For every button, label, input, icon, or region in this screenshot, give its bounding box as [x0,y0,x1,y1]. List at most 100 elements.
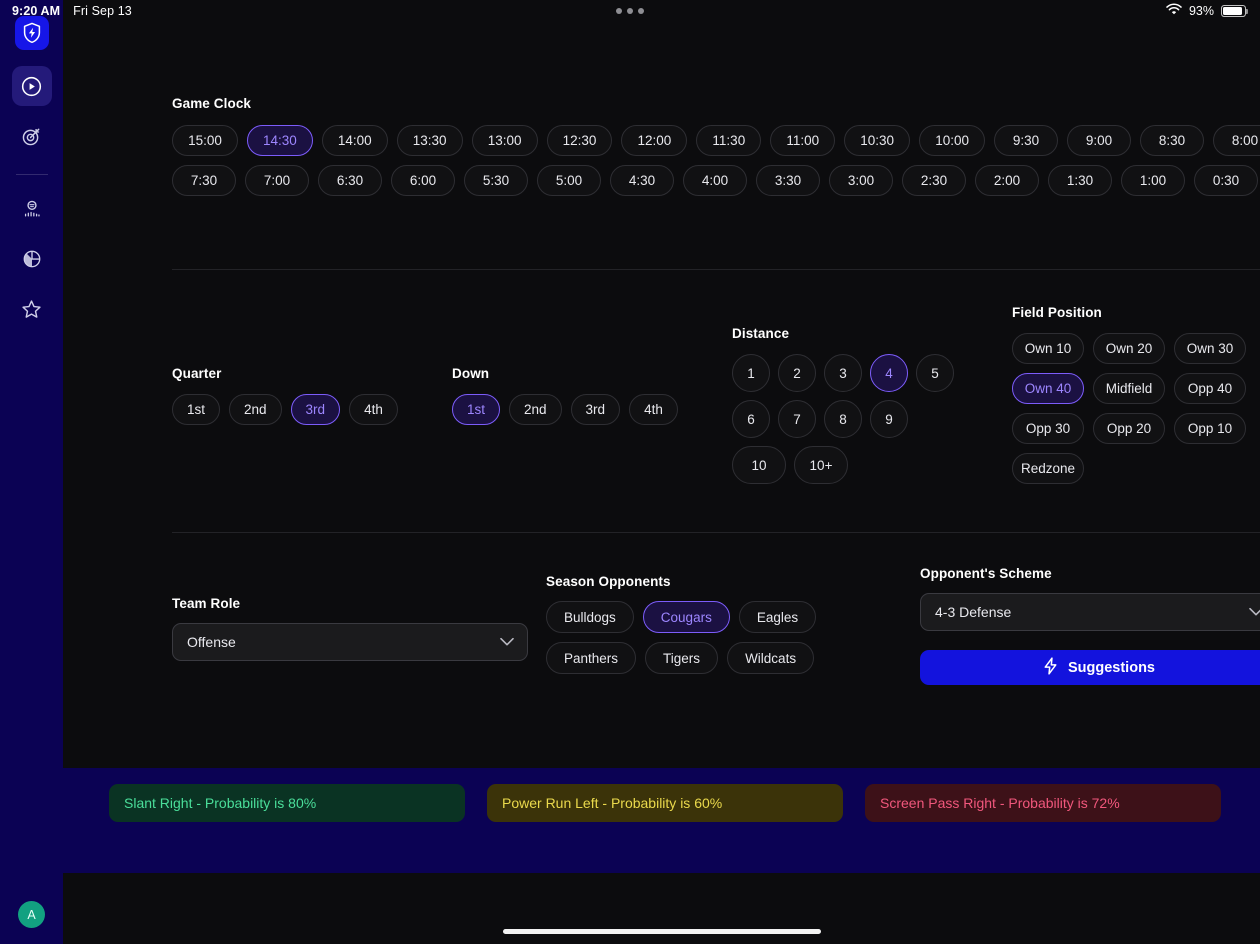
opponent-chip-eagles[interactable]: Eagles [738,601,817,633]
game-clock-chip-13-30[interactable]: 13:30 [396,125,463,156]
game-clock-chip-10-00[interactable]: 10:00 [919,125,986,156]
app-root: 9:20 AM Fri Sep 13 93% A Game Clock 15:0… [0,0,1260,944]
game-clock-chip-9-30[interactable]: 9:30 [994,125,1059,156]
suggestions-button[interactable]: Suggestions [920,650,1260,685]
sidebar-item-analytics[interactable] [12,239,52,279]
season-opponents-section: Season Opponents Bulldogs Cougars Eagles Pa… [546,574,896,674]
chevron-down-icon [1249,607,1260,617]
game-clock-chip-3-00[interactable]: 3:00 [829,165,893,196]
distance-label: Distance [732,326,790,341]
game-clock-chip-0-30[interactable]: 0:30 [1194,165,1258,196]
shield-bolt-logo-icon[interactable] [14,16,49,50]
opponent-chip-cougars[interactable]: Cougars [642,601,730,633]
field-position-chip-own-20[interactable]: Own 20 [1093,333,1165,364]
down-chip-4th[interactable]: 4th [629,394,678,425]
game-clock-chip-7-30[interactable]: 7:30 [172,165,236,196]
distance-chip-4[interactable]: 4 [870,354,908,392]
field-position-chip-opp-30[interactable]: Opp 30 [1012,413,1084,444]
game-clock-chip-2-30[interactable]: 2:30 [902,165,966,196]
sidebar-item-target[interactable] [12,116,52,156]
quarter-chip-4th[interactable]: 4th [349,394,398,425]
game-clock-chip-6-30[interactable]: 6:30 [318,165,382,196]
quarter-chip-2nd[interactable]: 2nd [229,394,282,425]
results-band: Slant Right - Probability is 80% Power Ru… [63,768,1260,873]
quarter-chip-1st[interactable]: 1st [172,394,221,425]
game-clock-chip-8-30[interactable]: 8:30 [1140,125,1205,156]
game-clock-chip-11-00[interactable]: 11:00 [770,125,836,156]
opponent-scheme-section: Opponent's Scheme 4-3 Defense Suggestion… [920,566,1260,685]
distance-chip-6[interactable]: 6 [732,400,770,438]
sidebar-item-play[interactable] [11,66,52,106]
distance-options: 1 2 3 4 5 6 7 8 9 10 10+ [732,354,964,484]
opponent-chip-panthers[interactable]: Panthers [546,642,637,674]
game-clock-chip-5-30[interactable]: 5:30 [464,165,528,196]
result-card[interactable]: Screen Pass Right - Probability is 72% [865,784,1221,822]
game-clock-chip-1-30[interactable]: 1:30 [1048,165,1112,196]
game-clock-chip-11-30[interactable]: 11:30 [696,125,762,156]
distance-chip-9[interactable]: 9 [870,400,908,438]
down-chip-2nd[interactable]: 2nd [509,394,562,425]
game-clock-chip-8-00[interactable]: 8:00 [1213,125,1260,156]
game-clock-chip-4-30[interactable]: 4:30 [610,165,674,196]
field-position-chip-redzone[interactable]: Redzone [1012,453,1084,484]
quarter-section: Quarter 1st 2nd 3rd 4th [172,366,398,425]
game-clock-chip-6-00[interactable]: 6:00 [391,165,455,196]
game-clock-chip-2-00[interactable]: 2:00 [975,165,1039,196]
sidebar: A [0,0,63,944]
field-position-chip-own-30[interactable]: Own 30 [1174,333,1246,364]
game-clock-chip-1-00[interactable]: 1:00 [1121,165,1185,196]
game-clock-chip-7-00[interactable]: 7:00 [245,165,309,196]
game-clock-chip-14-00[interactable]: 14:00 [321,125,388,156]
distance-chip-1[interactable]: 1 [732,354,770,392]
distance-chip-10[interactable]: 10 [732,446,786,484]
distance-chip-2[interactable]: 2 [778,354,816,392]
field-position-chip-own-40[interactable]: Own 40 [1012,373,1084,404]
home-indicator[interactable] [502,929,821,934]
suggestions-button-label: Suggestions [1067,659,1155,676]
field-position-chip-opp-20[interactable]: Opp 20 [1093,413,1165,444]
opponent-chip-wildcats[interactable]: Wildcats [727,642,815,674]
chevron-down-icon [500,637,514,647]
sidebar-item-coach[interactable] [12,189,52,229]
game-clock-chip-4-00[interactable]: 4:00 [683,165,747,196]
game-clock-chip-15-00[interactable]: 15:00 [172,125,238,156]
result-card[interactable]: Slant Right - Probability is 80% [109,784,465,822]
divider-bottom [172,532,1260,533]
game-clock-chip-10-30[interactable]: 10:30 [844,125,911,156]
opponent-scheme-select[interactable]: 4-3 Defense [920,593,1260,631]
field-position-chip-opp-10[interactable]: Opp 10 [1174,413,1246,444]
avatar-wrap[interactable]: A [18,901,45,928]
game-clock-chip-12-00[interactable]: 12:00 [621,125,688,156]
distance-chip-8[interactable]: 8 [824,400,862,438]
down-chip-1st[interactable]: 1st [452,394,501,425]
game-clock-chip-13-00[interactable]: 13:00 [471,125,538,156]
lightning-bolt-icon [1042,656,1059,679]
team-role-section: Team Role Offense [172,596,528,661]
distance-chip-7[interactable]: 7 [778,400,816,438]
game-clock-chip-14-30[interactable]: 14:30 [246,125,313,156]
sidebar-item-favorites[interactable] [12,289,52,329]
field-position-chip-own-10[interactable]: Own 10 [1012,333,1084,364]
game-clock-chip-3-30[interactable]: 3:30 [756,165,820,196]
down-chip-3rd[interactable]: 3rd [570,394,621,425]
season-opponents-label: Season Opponents [546,574,671,589]
team-role-select[interactable]: Offense [172,623,528,661]
quarter-chip-3rd[interactable]: 3rd [290,394,341,425]
game-clock-chip-12-30[interactable]: 12:30 [546,125,613,156]
result-card[interactable]: Power Run Left - Probability is 60% [487,784,843,822]
distance-chip-3[interactable]: 3 [824,354,862,392]
field-position-chip-opp-40[interactable]: Opp 40 [1174,373,1246,404]
opponent-chip-bulldogs[interactable]: Bulldogs [546,601,634,633]
field-position-chip-midfield[interactable]: Midfield [1093,373,1165,404]
quarter-options: 1st 2nd 3rd 4th [172,394,398,425]
game-clock-label: Game Clock [172,96,252,111]
game-clock-chip-9-00[interactable]: 9:00 [1067,125,1132,156]
distance-chip-10-[interactable]: 10+ [794,446,848,484]
down-section: Down 1st 2nd 3rd 4th [452,366,678,425]
distance-chip-5[interactable]: 5 [916,354,954,392]
result-card-text: Power Run Left - Probability is 60% [502,795,723,811]
game-clock-chip-5-00[interactable]: 5:00 [537,165,601,196]
avatar[interactable]: A [18,901,45,928]
game-clock-row-1: 15:00 14:30 14:00 13:30 13:00 12:30 12:00 11:30… [172,125,1260,156]
opponent-chip-tigers[interactable]: Tigers [645,642,719,674]
